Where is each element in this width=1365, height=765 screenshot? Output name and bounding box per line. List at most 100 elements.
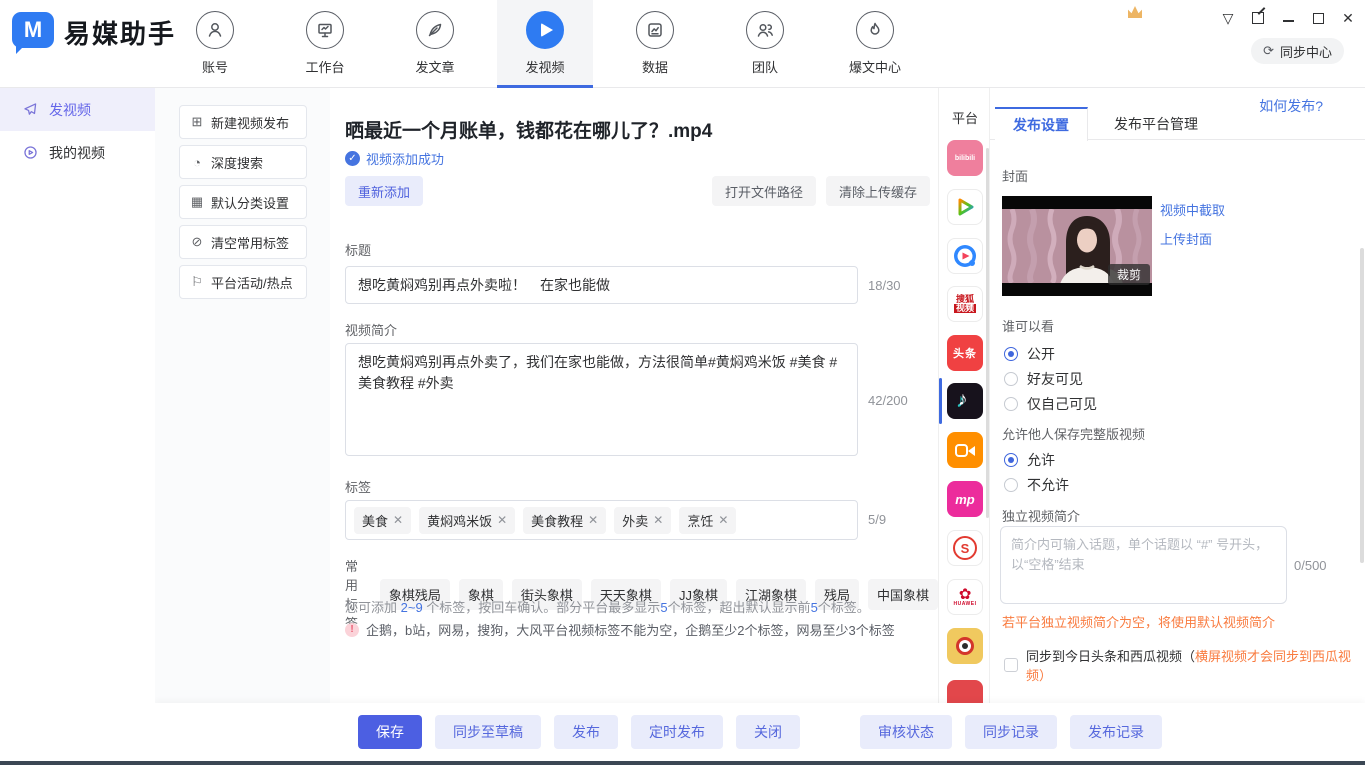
skin-dropdown-icon[interactable]: ▽	[1219, 9, 1237, 27]
allow-save-label: 允许他人保存完整版视频	[1002, 424, 1145, 443]
feather-pen-icon	[416, 11, 454, 49]
publish-button[interactable]: 发布	[554, 715, 618, 749]
platform-rail-label: 平台	[939, 108, 990, 127]
nav-item-hot-articles[interactable]: 爆文中心	[827, 0, 923, 88]
scheduled-publish-button[interactable]: 定时发布	[631, 715, 723, 749]
tag-text: 美食教程	[531, 511, 583, 530]
capture-from-video-link[interactable]: 视频中截取	[1160, 200, 1225, 219]
remove-tag-icon[interactable]: ✕	[653, 513, 663, 527]
open-file-path-button[interactable]: 打开文件路径	[712, 176, 816, 206]
platform-tencent-video-icon[interactable]	[947, 189, 983, 225]
allow-save-option-allow[interactable]: 允许	[1004, 450, 1055, 470]
readd-video-button[interactable]: 重新添加	[345, 176, 423, 206]
nav-item-workbench[interactable]: 工作台	[277, 0, 373, 88]
review-status-button[interactable]: 审核状态	[860, 715, 952, 749]
sync-center-button[interactable]: ⟳ 同步中心	[1251, 38, 1344, 64]
tools-column: ⊞ 新建视频发布 ◔ 深度搜索 ▦ 默认分类设置 ⊘ 清空常用标签 ⚐ 平台活动…	[155, 88, 330, 703]
close-button[interactable]: 关闭	[736, 715, 800, 749]
sync-records-button[interactable]: 同步记录	[965, 715, 1057, 749]
sidebar-item-label: 发视频	[49, 100, 91, 120]
nav-item-team[interactable]: 团队	[717, 0, 813, 88]
independent-desc-textarea[interactable]	[1000, 526, 1287, 604]
visibility-option-friends[interactable]: 好友可见	[1004, 369, 1083, 389]
account-icon	[196, 11, 234, 49]
deep-search-button[interactable]: ◔ 深度搜索	[179, 145, 307, 179]
platform-haokan-video-icon[interactable]	[947, 238, 983, 274]
nav-item-publish-video[interactable]: 发视频	[497, 0, 593, 88]
platform-activities-button[interactable]: ⚐ 平台活动/热点	[179, 265, 307, 299]
top-nav: 账号 工作台 发文章 发视频	[167, 0, 937, 88]
title-input[interactable]	[345, 266, 858, 304]
nav-item-account[interactable]: 账号	[167, 0, 263, 88]
platform-mp-icon[interactable]: mp	[947, 481, 983, 517]
allow-save-option-deny[interactable]: 不允许	[1004, 475, 1069, 495]
tag-chip[interactable]: 烹饪 ✕	[679, 507, 736, 534]
platform-bilibili-icon[interactable]: bilibili	[947, 140, 983, 176]
remove-tag-icon[interactable]: ✕	[718, 513, 728, 527]
desc-textarea[interactable]: 想吃黄焖鸡别再点外卖了，我们在家也能做，方法很简单#黄焖鸡米饭 #美食 #美食教…	[345, 343, 858, 456]
platform-toutiao-icon[interactable]: 头条	[947, 335, 983, 371]
checkbox-icon[interactable]	[1004, 658, 1018, 672]
remove-tag-icon[interactable]: ✕	[393, 513, 403, 527]
platform-sohu-video-icon[interactable]: 搜狐 视频	[947, 286, 983, 322]
vip-crown-icon[interactable]	[1128, 6, 1142, 18]
remove-tag-icon[interactable]: ✕	[588, 513, 598, 527]
sync-to-draft-button[interactable]: 同步至草稿	[435, 715, 541, 749]
how-to-publish-link[interactable]: 如何发布?	[1259, 96, 1323, 116]
feedback-icon[interactable]	[1249, 9, 1267, 27]
tag-text: 烹饪	[687, 511, 713, 530]
save-button[interactable]: 保存	[358, 715, 422, 749]
visibility-option-private[interactable]: 仅自己可见	[1004, 394, 1097, 414]
tags-input[interactable]: 美食✕ 黄焖鸡米饭✕ 美食教程 ✕ 外卖 ✕ 烹饪 ✕	[345, 500, 858, 540]
app-window: M 易媒助手 账号 工作台 发文章	[0, 0, 1365, 765]
panel-scrollbar[interactable]	[1360, 248, 1364, 563]
platform-rail-scrollbar[interactable]	[986, 148, 989, 518]
remove-tag-icon[interactable]: ✕	[497, 513, 507, 527]
tag-text: 外卖	[622, 511, 648, 530]
sidebar-item-my-videos[interactable]: 我的视频	[0, 131, 155, 174]
default-category-settings-button[interactable]: ▦ 默认分类设置	[179, 185, 307, 219]
tab-publish-settings[interactable]: 发布设置	[995, 107, 1088, 141]
flag-icon: ⚐	[190, 274, 204, 290]
tags-hint: 您可添加 2~9 个标签，按回车确认。部分平台最多显示5个标签，超出默认显示前5…	[345, 597, 870, 616]
new-video-publish-button[interactable]: ⊞ 新建视频发布	[179, 105, 307, 139]
clear-upload-cache-button[interactable]: 清除上传缓存	[826, 176, 930, 206]
platform-more-icon[interactable]	[947, 680, 983, 703]
logo-icon: M	[12, 12, 54, 52]
tag-chip[interactable]: 外卖 ✕	[614, 507, 671, 534]
tag-slash-icon: ⊘	[190, 234, 204, 250]
upload-status: ✓ 视频添加成功	[345, 149, 444, 168]
platform-douyin-icon[interactable]: ♪♪	[947, 383, 983, 419]
radio-selected-icon	[1004, 347, 1018, 361]
close-icon[interactable]: ✕	[1339, 9, 1357, 27]
platform-weibo-icon[interactable]	[947, 628, 983, 664]
platform-sogou-icon[interactable]: S	[947, 530, 983, 566]
sync-toutiao-checkbox-row[interactable]: 同步到今日头条和西瓜视频（横屏视频才会同步到西瓜视频）	[1004, 646, 1365, 684]
tab-platform-management[interactable]: 发布平台管理	[1096, 107, 1216, 140]
nav-item-publish-article[interactable]: 发文章	[387, 0, 483, 88]
maximize-icon[interactable]	[1309, 9, 1327, 27]
publish-records-button[interactable]: 发布记录	[1070, 715, 1162, 749]
nav-item-data[interactable]: 数据	[607, 0, 703, 88]
clear-common-tags-button[interactable]: ⊘ 清空常用标签	[179, 225, 307, 259]
tool-button-label: 新建视频发布	[211, 113, 289, 132]
cover-thumbnail[interactable]: 裁剪	[1002, 196, 1152, 296]
nav-label: 发文章	[415, 57, 454, 76]
tag-chip[interactable]: 美食教程 ✕	[523, 507, 606, 534]
tool-button-label: 默认分类设置	[211, 193, 289, 212]
platform-kuaishou-icon[interactable]	[947, 432, 983, 468]
sidebar-item-publish-video[interactable]: 发视频	[0, 88, 155, 131]
common-tag-chip[interactable]: 中国象棋	[868, 579, 938, 610]
nav-label: 团队	[752, 57, 778, 76]
tag-chip[interactable]: 黄焖鸡米饭✕	[419, 507, 515, 534]
crop-button[interactable]: 裁剪	[1108, 264, 1150, 285]
tool-button-label: 深度搜索	[211, 153, 263, 172]
visibility-option-public[interactable]: 公开	[1004, 344, 1055, 364]
selected-platform-indicator	[939, 378, 942, 424]
tag-chip[interactable]: 美食✕	[354, 507, 411, 534]
upload-cover-link[interactable]: 上传封面	[1160, 229, 1212, 248]
platform-huawei-icon[interactable]: ✿ HUAWEI	[947, 579, 983, 615]
tags-warning-text: 企鹅，b站，网易，搜狗，大风平台视频标签不能为空，企鹅至少2个标签，网易至少3个…	[366, 620, 895, 639]
independent-desc-note: 若平台独立视频简介为空，将使用默认视频简介	[1002, 612, 1275, 631]
minimize-icon[interactable]	[1279, 9, 1297, 27]
